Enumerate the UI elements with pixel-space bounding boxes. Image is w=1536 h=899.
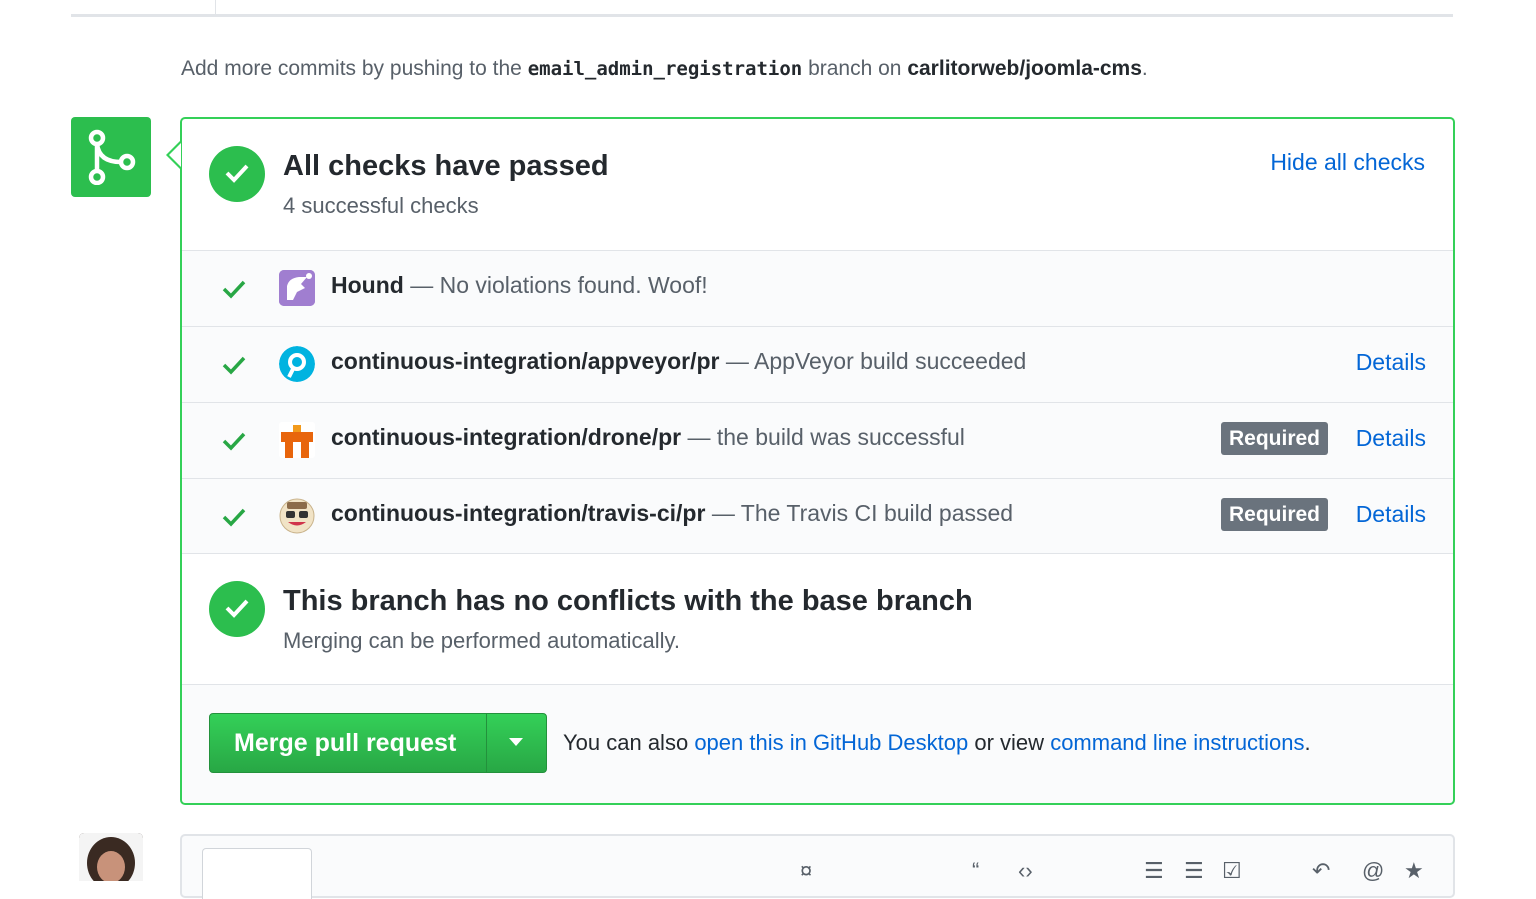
check-row-hound: Hound — No violations found. Woof! <box>182 251 1453 326</box>
checks-passed-icon <box>209 146 265 202</box>
push-hint-prefix: Add more commits by pushing to the <box>181 57 522 80</box>
tasklist-icon[interactable]: ☑ <box>1222 858 1242 884</box>
merge-button-label: Merge pull request <box>234 729 457 757</box>
merge-alternatives: You can also open this in GitHub Desktop… <box>563 730 1311 755</box>
box-caret-fill <box>169 143 181 167</box>
check-icon <box>222 356 246 375</box>
push-hint-middle: branch on <box>808 57 902 80</box>
list-unordered-icon[interactable]: ☰ <box>1144 858 1164 884</box>
required-badge: Required <box>1221 422 1329 455</box>
repo-name: carlitorweb/joomla-cms <box>907 57 1142 80</box>
comment-editor: ¤ “ ‹› ☰ ☰ ☑ ↶ @ ★ <box>180 834 1455 899</box>
text-size-icon[interactable]: ¤ <box>800 858 812 884</box>
conflicts-subtitle: Merging can be performed automatically. <box>283 628 681 653</box>
timeline-tick <box>215 0 216 14</box>
push-hint: Add more commits by pushing to the email… <box>181 57 1148 80</box>
merge-options-dropdown[interactable] <box>487 714 546 772</box>
merge-status-box: All checks have passed 4 successful chec… <box>180 117 1455 805</box>
check-row-drone: continuous-integration/drone/pr — the bu… <box>182 403 1453 478</box>
check-description: the build was successful <box>716 424 965 450</box>
check-icon <box>222 280 246 299</box>
check-icon <box>222 508 246 527</box>
check-name: Hound <box>331 272 404 298</box>
mention-icon[interactable]: @ <box>1362 858 1384 884</box>
check-name: continuous-integration/travis-ci/pr <box>331 500 706 526</box>
travis-ci-icon <box>279 498 315 534</box>
triangle-down-icon <box>509 738 523 746</box>
check-text: continuous-integration/drone/pr — the bu… <box>331 424 965 450</box>
no-conflicts-icon <box>209 581 265 637</box>
details-link[interactable]: Details <box>1356 425 1426 452</box>
check-row-travis-ci: continuous-integration/travis-ci/pr — Th… <box>182 479 1453 554</box>
hound-icon <box>279 270 315 306</box>
divider <box>182 553 1453 554</box>
check-name: continuous-integration/appveyor/pr <box>331 348 720 374</box>
check-description: No violations found. Woof! <box>439 272 708 298</box>
details-link[interactable]: Details <box>1356 349 1426 376</box>
bookmark-icon[interactable]: ★ <box>1404 858 1424 884</box>
git-merge-icon <box>88 129 136 185</box>
check-text: continuous-integration/travis-ci/pr — Th… <box>331 500 1014 526</box>
check-name: continuous-integration/drone/pr <box>331 424 682 450</box>
appveyor-icon <box>279 346 315 382</box>
open-in-desktop-link[interactable]: open this in GitHub Desktop <box>694 730 968 755</box>
bold-icon[interactable] <box>870 858 876 884</box>
hide-all-checks-link[interactable]: Hide all checks <box>1270 149 1425 176</box>
check-row-appveyor: continuous-integration/appveyor/pr — App… <box>182 327 1453 402</box>
branch-name: email_admin_registration <box>527 58 803 80</box>
check-text: Hound — No violations found. Woof! <box>331 272 708 298</box>
timeline-divider <box>71 14 1453 17</box>
merge-pull-request-button[interactable]: Merge pull request <box>209 713 547 773</box>
check-description: AppVeyor build succeeded <box>753 348 1027 374</box>
list-ordered-icon[interactable]: ☰ <box>1184 858 1204 884</box>
quote-icon[interactable]: “ <box>972 858 979 884</box>
checks-subtitle: 4 successful checks <box>283 193 479 218</box>
merge-area: Merge pull request You can also open thi… <box>182 685 1453 803</box>
drone-icon <box>279 422 315 458</box>
check-icon <box>222 432 246 451</box>
git-merge-badge <box>71 117 151 197</box>
command-line-instructions-link[interactable]: command line instructions <box>1050 730 1304 755</box>
required-badge: Required <box>1221 498 1329 531</box>
check-description: The Travis CI build passed <box>740 500 1014 526</box>
conflicts-title: This branch has no conflicts with the ba… <box>283 585 973 617</box>
code-icon[interactable]: ‹› <box>1018 858 1033 884</box>
check-text: continuous-integration/appveyor/pr — App… <box>331 348 1027 374</box>
checks-title: All checks have passed <box>283 150 609 182</box>
reply-icon[interactable]: ↶ <box>1312 858 1330 884</box>
details-link[interactable]: Details <box>1356 501 1426 528</box>
